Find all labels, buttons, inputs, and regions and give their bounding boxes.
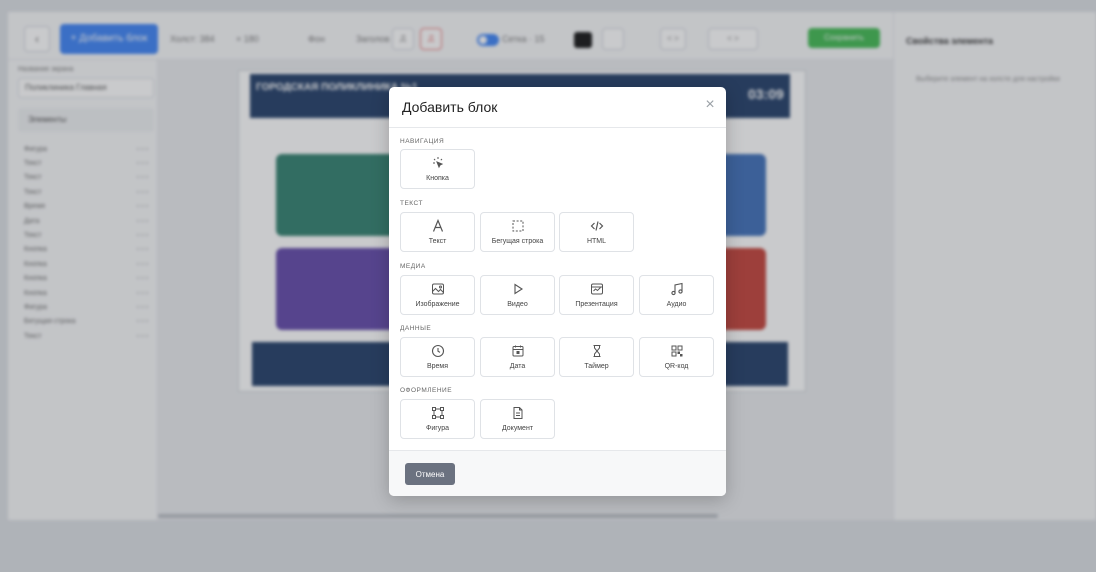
play-icon: [481, 282, 554, 296]
pointer-click-icon: [401, 156, 474, 170]
clock-icon: [401, 344, 474, 358]
block-label: Изображение: [415, 301, 460, 308]
block-button-timer[interactable]: Таймер: [559, 337, 634, 377]
block-label: Бегущая строка: [491, 238, 544, 245]
section-label-design: ОФОРМЛЕНИЕ: [400, 387, 453, 394]
marquee-icon: [481, 219, 554, 233]
text-a-icon: [401, 219, 474, 233]
block-label: Дата: [509, 363, 526, 370]
block-label: Фигура: [426, 425, 449, 432]
block-label: Кнопка: [426, 175, 449, 182]
close-icon[interactable]: ×: [701, 96, 719, 114]
block-button-marquee[interactable]: Бегущая строка: [480, 212, 555, 252]
qr-code-icon: [640, 344, 713, 358]
block-label: Таймер: [584, 363, 609, 370]
section-label-navigation: НАВИГАЦИЯ: [400, 138, 445, 145]
block-button-qr-code[interactable]: QR-код: [639, 337, 714, 377]
block-label: HTML: [586, 238, 607, 245]
block-label: Документ: [501, 425, 534, 432]
block-label: Аудио: [666, 301, 687, 308]
block-button-shape[interactable]: Фигура: [400, 399, 475, 439]
block-button-video[interactable]: Видео: [480, 275, 555, 315]
code-icon: [560, 219, 633, 233]
block-button-button[interactable]: Кнопка: [400, 149, 475, 189]
block-button-document[interactable]: Документ: [480, 399, 555, 439]
presentation-icon: [560, 282, 633, 296]
block-label: Время: [426, 363, 449, 370]
section-label-media: МЕДИА: [400, 263, 426, 270]
block-button-text[interactable]: Текст: [400, 212, 475, 252]
block-button-time[interactable]: Время: [400, 337, 475, 377]
block-button-date[interactable]: Дата: [480, 337, 555, 377]
block-label: Видео: [507, 301, 528, 308]
dialog-header: Добавить блок ×: [389, 87, 726, 128]
add-block-dialog: Добавить блок × НАВИГАЦИЯ Кнопка ТЕКСТ Т…: [389, 87, 726, 496]
section-label-data: ДАННЫЕ: [400, 325, 432, 332]
section-label-text: ТЕКСТ: [400, 200, 423, 207]
music-note-icon: [640, 282, 713, 296]
cancel-button[interactable]: Отмена: [405, 463, 455, 485]
shape-frame-icon: [401, 406, 474, 420]
block-label: QR-код: [664, 363, 689, 370]
block-button-image[interactable]: Изображение: [400, 275, 475, 315]
image-icon: [401, 282, 474, 296]
block-label: Презентация: [575, 301, 618, 308]
block-button-html[interactable]: HTML: [559, 212, 634, 252]
block-label: Текст: [428, 238, 447, 245]
block-button-presentation[interactable]: Презентация: [559, 275, 634, 315]
dialog-title: Добавить блок: [402, 99, 498, 115]
hourglass-icon: [560, 344, 633, 358]
document-icon: [481, 406, 554, 420]
calendar-icon: [481, 344, 554, 358]
block-button-audio[interactable]: Аудио: [639, 275, 714, 315]
dialog-footer: Отмена: [389, 450, 726, 496]
